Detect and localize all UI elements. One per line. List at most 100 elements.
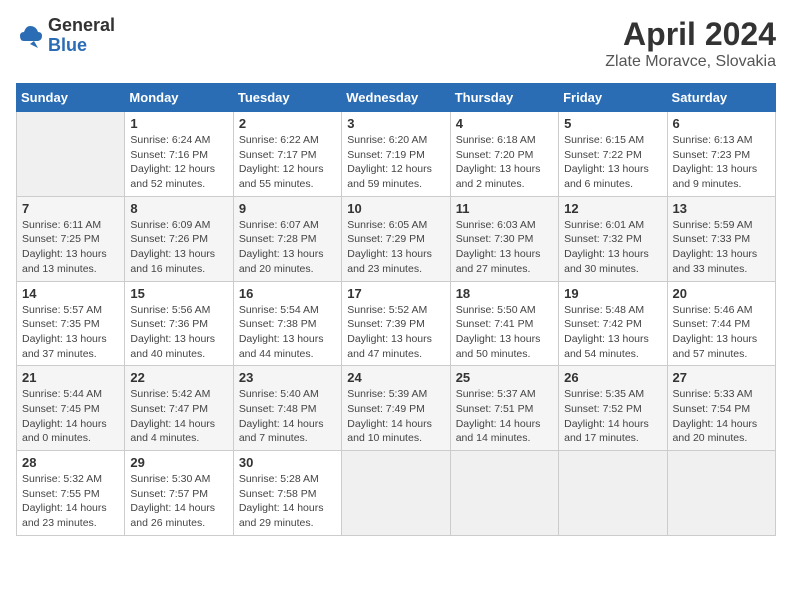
calendar-body: 1 Sunrise: 6:24 AMSunset: 7:16 PMDaylight… bbox=[17, 112, 776, 536]
day-number: 26 bbox=[564, 370, 661, 385]
day-info: Sunrise: 5:57 AMSunset: 7:35 PMDaylight:… bbox=[22, 303, 119, 362]
day-number: 2 bbox=[239, 116, 336, 131]
weekday-header-cell: Thursday bbox=[450, 84, 558, 112]
day-info: Sunrise: 6:11 AMSunset: 7:25 PMDaylight:… bbox=[22, 218, 119, 277]
weekday-header-cell: Sunday bbox=[17, 84, 125, 112]
calendar-week-row: 28 Sunrise: 5:32 AMSunset: 7:55 PMDayligh… bbox=[17, 451, 776, 536]
calendar-day-cell: 27Sunrise: 5:33 AMSunset: 7:54 PMDayligh… bbox=[667, 366, 775, 451]
calendar-week-row: 14 Sunrise: 5:57 AMSunset: 7:35 PMDayligh… bbox=[17, 281, 776, 366]
day-number: 5 bbox=[564, 116, 661, 131]
calendar-day-cell: 17 Sunrise: 5:52 AMSunset: 7:39 PMDayligh… bbox=[342, 281, 450, 366]
day-number: 25 bbox=[456, 370, 553, 385]
weekday-header-cell: Monday bbox=[125, 84, 233, 112]
calendar-day-cell: 16 Sunrise: 5:54 AMSunset: 7:38 PMDayligh… bbox=[233, 281, 341, 366]
day-info: Sunrise: 5:48 AMSunset: 7:42 PMDaylight:… bbox=[564, 303, 661, 362]
location-title: Zlate Moravce, Slovakia bbox=[605, 53, 776, 71]
day-number: 4 bbox=[456, 116, 553, 131]
day-number: 10 bbox=[347, 201, 444, 216]
day-info: Sunrise: 6:09 AMSunset: 7:26 PMDaylight:… bbox=[130, 218, 227, 277]
day-number: 19 bbox=[564, 286, 661, 301]
day-info: Sunrise: 6:15 AMSunset: 7:22 PMDaylight:… bbox=[564, 133, 661, 192]
day-info: Sunrise: 6:03 AMSunset: 7:30 PMDaylight:… bbox=[456, 218, 553, 277]
calendar-day-cell: 5 Sunrise: 6:15 AMSunset: 7:22 PMDaylight… bbox=[559, 112, 667, 197]
day-info: Sunrise: 6:20 AMSunset: 7:19 PMDaylight:… bbox=[347, 133, 444, 192]
day-number: 30 bbox=[239, 455, 336, 470]
weekday-header-row: SundayMondayTuesdayWednesdayThursdayFrid… bbox=[17, 84, 776, 112]
day-number: 16 bbox=[239, 286, 336, 301]
logo-text: General Blue bbox=[48, 16, 115, 56]
day-info: Sunrise: 5:42 AMSunset: 7:47 PMDaylight:… bbox=[130, 387, 227, 446]
calendar-day-cell: 14 Sunrise: 5:57 AMSunset: 7:35 PMDayligh… bbox=[17, 281, 125, 366]
day-info: Sunrise: 6:22 AMSunset: 7:17 PMDaylight:… bbox=[239, 133, 336, 192]
day-info: Sunrise: 5:32 AMSunset: 7:55 PMDaylight:… bbox=[22, 472, 119, 531]
calendar-week-row: 7 Sunrise: 6:11 AMSunset: 7:25 PMDaylight… bbox=[17, 196, 776, 281]
day-info: Sunrise: 5:50 AMSunset: 7:41 PMDaylight:… bbox=[456, 303, 553, 362]
day-number: 23 bbox=[239, 370, 336, 385]
day-info: Sunrise: 6:01 AMSunset: 7:32 PMDaylight:… bbox=[564, 218, 661, 277]
day-number: 22 bbox=[130, 370, 227, 385]
weekday-header-cell: Tuesday bbox=[233, 84, 341, 112]
day-number: 12 bbox=[564, 201, 661, 216]
calendar-day-cell bbox=[342, 451, 450, 536]
day-info: Sunrise: 5:52 AMSunset: 7:39 PMDaylight:… bbox=[347, 303, 444, 362]
day-number: 15 bbox=[130, 286, 227, 301]
day-number: 13 bbox=[673, 201, 770, 216]
day-number: 20 bbox=[673, 286, 770, 301]
calendar-day-cell: 21Sunrise: 5:44 AMSunset: 7:45 PMDayligh… bbox=[17, 366, 125, 451]
day-info: Sunrise: 5:44 AMSunset: 7:45 PMDaylight:… bbox=[22, 387, 119, 446]
day-number: 9 bbox=[239, 201, 336, 216]
day-info: Sunrise: 5:35 AMSunset: 7:52 PMDaylight:… bbox=[564, 387, 661, 446]
logo-icon bbox=[16, 22, 44, 50]
day-info: Sunrise: 5:37 AMSunset: 7:51 PMDaylight:… bbox=[456, 387, 553, 446]
day-number: 17 bbox=[347, 286, 444, 301]
day-number: 14 bbox=[22, 286, 119, 301]
calendar-day-cell: 19 Sunrise: 5:48 AMSunset: 7:42 PMDayligh… bbox=[559, 281, 667, 366]
day-info: Sunrise: 5:33 AMSunset: 7:54 PMDaylight:… bbox=[673, 387, 770, 446]
day-info: Sunrise: 6:24 AMSunset: 7:16 PMDaylight:… bbox=[130, 133, 227, 192]
day-number: 29 bbox=[130, 455, 227, 470]
weekday-header-cell: Friday bbox=[559, 84, 667, 112]
calendar-day-cell: 11Sunrise: 6:03 AMSunset: 7:30 PMDayligh… bbox=[450, 196, 558, 281]
calendar-day-cell: 25 Sunrise: 5:37 AMSunset: 7:51 PMDayligh… bbox=[450, 366, 558, 451]
calendar-table: SundayMondayTuesdayWednesdayThursdayFrid… bbox=[16, 83, 776, 536]
weekday-header-cell: Saturday bbox=[667, 84, 775, 112]
calendar-day-cell: 22 Sunrise: 5:42 AMSunset: 7:47 PMDayligh… bbox=[125, 366, 233, 451]
day-info: Sunrise: 5:56 AMSunset: 7:36 PMDaylight:… bbox=[130, 303, 227, 362]
day-info: Sunrise: 5:28 AMSunset: 7:58 PMDaylight:… bbox=[239, 472, 336, 531]
calendar-week-row: 1 Sunrise: 6:24 AMSunset: 7:16 PMDaylight… bbox=[17, 112, 776, 197]
calendar-day-cell: 30 Sunrise: 5:28 AMSunset: 7:58 PMDayligh… bbox=[233, 451, 341, 536]
calendar-day-cell: 1 Sunrise: 6:24 AMSunset: 7:16 PMDaylight… bbox=[125, 112, 233, 197]
calendar-week-row: 21Sunrise: 5:44 AMSunset: 7:45 PMDayligh… bbox=[17, 366, 776, 451]
day-number: 6 bbox=[673, 116, 770, 131]
logo-blue: Blue bbox=[48, 36, 115, 56]
logo-general: General bbox=[48, 16, 115, 36]
weekday-header-cell: Wednesday bbox=[342, 84, 450, 112]
calendar-day-cell bbox=[450, 451, 558, 536]
day-info: Sunrise: 5:39 AMSunset: 7:49 PMDaylight:… bbox=[347, 387, 444, 446]
day-number: 1 bbox=[130, 116, 227, 131]
calendar-day-cell: 13Sunrise: 5:59 AMSunset: 7:33 PMDayligh… bbox=[667, 196, 775, 281]
day-info: Sunrise: 6:13 AMSunset: 7:23 PMDaylight:… bbox=[673, 133, 770, 192]
title-area: April 2024 Zlate Moravce, Slovakia bbox=[605, 16, 776, 71]
calendar-day-cell: 9Sunrise: 6:07 AMSunset: 7:28 PMDaylight… bbox=[233, 196, 341, 281]
day-info: Sunrise: 6:18 AMSunset: 7:20 PMDaylight:… bbox=[456, 133, 553, 192]
calendar-day-cell bbox=[559, 451, 667, 536]
calendar-day-cell: 29 Sunrise: 5:30 AMSunset: 7:57 PMDayligh… bbox=[125, 451, 233, 536]
day-info: Sunrise: 6:05 AMSunset: 7:29 PMDaylight:… bbox=[347, 218, 444, 277]
day-number: 7 bbox=[22, 201, 119, 216]
day-number: 8 bbox=[130, 201, 227, 216]
day-info: Sunrise: 5:54 AMSunset: 7:38 PMDaylight:… bbox=[239, 303, 336, 362]
day-info: Sunrise: 5:40 AMSunset: 7:48 PMDaylight:… bbox=[239, 387, 336, 446]
calendar-day-cell: 3Sunrise: 6:20 AMSunset: 7:19 PMDaylight… bbox=[342, 112, 450, 197]
calendar-day-cell bbox=[667, 451, 775, 536]
calendar-day-cell: 10 Sunrise: 6:05 AMSunset: 7:29 PMDayligh… bbox=[342, 196, 450, 281]
day-info: Sunrise: 5:30 AMSunset: 7:57 PMDaylight:… bbox=[130, 472, 227, 531]
calendar-day-cell bbox=[17, 112, 125, 197]
logo: General Blue bbox=[16, 16, 115, 56]
calendar-day-cell: 26 Sunrise: 5:35 AMSunset: 7:52 PMDayligh… bbox=[559, 366, 667, 451]
calendar-day-cell: 2 Sunrise: 6:22 AMSunset: 7:17 PMDaylight… bbox=[233, 112, 341, 197]
calendar-day-cell: 12 Sunrise: 6:01 AMSunset: 7:32 PMDayligh… bbox=[559, 196, 667, 281]
calendar-day-cell: 8 Sunrise: 6:09 AMSunset: 7:26 PMDaylight… bbox=[125, 196, 233, 281]
day-number: 28 bbox=[22, 455, 119, 470]
calendar-day-cell: 6 Sunrise: 6:13 AMSunset: 7:23 PMDaylight… bbox=[667, 112, 775, 197]
